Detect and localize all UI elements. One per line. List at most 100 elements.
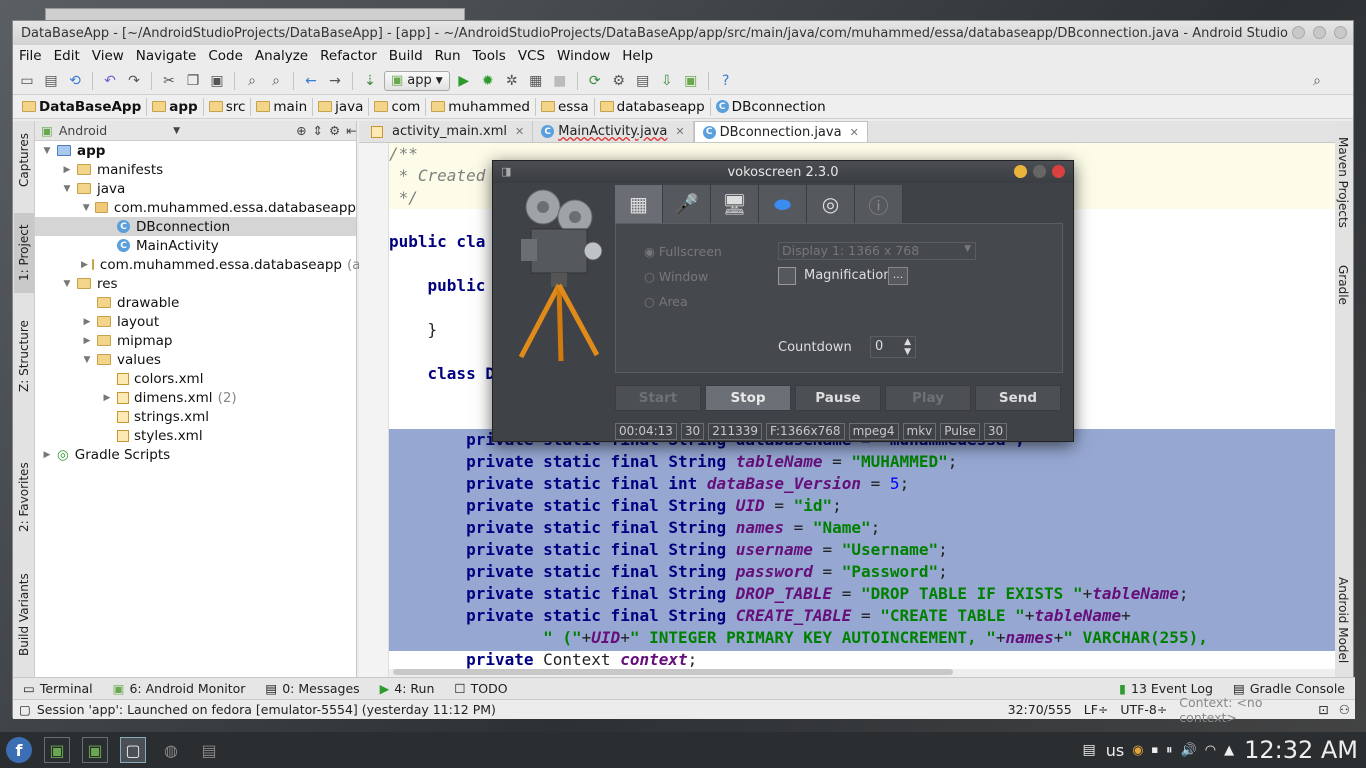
horizontal-scrollbar[interactable] xyxy=(389,669,1335,677)
tree-item[interactable]: styles.xml xyxy=(35,426,356,445)
tab-screen-icon[interactable]: ▦ xyxy=(615,185,663,223)
tree-item[interactable]: ▶ layout xyxy=(35,312,356,331)
scroll-from-source-icon[interactable]: ⊕ xyxy=(296,123,306,138)
window-titlebar[interactable]: DataBaseApp - [~/AndroidStudioProjects/D… xyxy=(13,21,1353,45)
cut-icon[interactable]: ✂ xyxy=(159,71,179,91)
task-files-icon[interactable]: ▤ xyxy=(196,737,222,763)
volume-icon[interactable]: 🔊 xyxy=(1181,743,1197,758)
tree-item[interactable]: ▶ manifests xyxy=(35,160,356,179)
menu-refactor[interactable]: Refactor xyxy=(314,48,383,64)
send-button[interactable]: Send xyxy=(975,385,1061,411)
close-tab-icon[interactable]: ✕ xyxy=(675,125,684,138)
tab-run[interactable]: ▶ 4: Run xyxy=(370,681,445,696)
project-view-select[interactable]: Android xyxy=(59,123,107,138)
toggle-tool-windows-icon[interactable]: ▢ xyxy=(19,702,31,717)
tab-captures[interactable]: Captures xyxy=(14,125,34,195)
redo-icon[interactable]: ↷ xyxy=(124,71,144,91)
task-vokoscreen-icon[interactable]: ▢ xyxy=(120,737,146,763)
radio-window[interactable]: ○ Window xyxy=(644,269,708,284)
replace-icon[interactable]: ⌕ xyxy=(266,71,286,91)
tab-android-monitor[interactable]: ▣ 6: Android Monitor xyxy=(103,681,256,696)
tab-misc-toggle-icon[interactable]: ⬬ xyxy=(759,185,807,223)
debug-icon[interactable]: ✹ xyxy=(478,71,498,91)
tree-item[interactable]: ▼ java xyxy=(35,179,356,198)
close-button[interactable] xyxy=(1052,165,1065,178)
tab-favorites[interactable]: 2: Favorites xyxy=(14,457,34,537)
tree-item[interactable]: ▶ dimens.xml (2) xyxy=(35,388,356,407)
record-stop-icon[interactable]: ⏹ xyxy=(1152,743,1159,758)
menu-tools[interactable]: Tools xyxy=(467,48,512,64)
tree-item[interactable]: ▼ app xyxy=(35,141,356,160)
tree-item[interactable]: C MainActivity xyxy=(35,236,356,255)
expand-arrow-right-icon[interactable]: ▶ xyxy=(81,317,93,327)
expand-arrow-right-icon[interactable]: ▶ xyxy=(61,165,73,175)
tab-gradle[interactable]: Gradle xyxy=(1334,255,1352,315)
close-tab-icon[interactable]: ✕ xyxy=(850,126,859,139)
expand-arrow-right-icon[interactable]: ▶ xyxy=(41,450,53,460)
copy-icon[interactable]: ❐ xyxy=(183,71,203,91)
hide-panel-icon[interactable]: ⇤ xyxy=(346,123,356,138)
tree-item[interactable]: colors.xml xyxy=(35,369,356,388)
radio-fullscreen[interactable]: ◉ Fullscreen xyxy=(644,244,722,259)
android-device-monitor-icon[interactable]: ▣ xyxy=(681,71,701,91)
tree-item[interactable]: drawable xyxy=(35,293,356,312)
breadcrumb-item[interactable]: databaseapp xyxy=(595,97,711,116)
menu-window[interactable]: Window xyxy=(551,48,616,64)
keyboard-layout[interactable]: us xyxy=(1106,741,1124,760)
chrome-icon[interactable]: ◉ xyxy=(1132,743,1143,758)
tab-todo[interactable]: ☐ TODO xyxy=(444,681,517,696)
menu-run[interactable]: Run xyxy=(429,48,467,64)
paste-icon[interactable]: ▣ xyxy=(207,71,227,91)
undo-icon[interactable]: ↶ xyxy=(100,71,120,91)
tree-item[interactable]: ▶ com.muhammed.essa.databaseapp (a xyxy=(35,255,361,274)
profile-icon[interactable]: ▦ xyxy=(526,71,546,91)
breadcrumb-item[interactable]: main xyxy=(251,97,314,116)
settings-gear-icon[interactable]: ⚙ xyxy=(329,123,340,138)
expand-arrow-down-icon[interactable]: ▼ xyxy=(41,146,53,156)
run-config-select[interactable]: ▣ app ▼ xyxy=(384,70,450,91)
countdown-spinbox[interactable]: 0 ▲ ▼ xyxy=(870,336,916,358)
breadcrumb-item[interactable]: DataBaseApp xyxy=(17,97,148,116)
tab-maven-projects[interactable]: Maven Projects xyxy=(1334,127,1352,237)
stop-button[interactable]: Stop xyxy=(705,385,791,411)
expand-arrow-down-icon[interactable]: ▼ xyxy=(61,279,73,289)
radio-area[interactable]: ○ Area xyxy=(644,294,688,309)
tab-messages[interactable]: ▤ 0: Messages xyxy=(255,681,369,696)
menu-file[interactable]: File xyxy=(13,48,48,64)
breadcrumb-item[interactable]: C DBconnection xyxy=(711,98,831,116)
menu-navigate[interactable]: Navigate xyxy=(130,48,203,64)
open-folder-icon[interactable]: ▭ xyxy=(17,71,37,91)
save-icon[interactable]: ▤ xyxy=(41,71,61,91)
tab-webcam-icon[interactable]: ◎ xyxy=(807,185,855,223)
tab-audio-microphone-icon[interactable]: 🎤 xyxy=(663,185,711,223)
tab-dbconnection-java[interactable]: C DBconnection.java ✕ xyxy=(693,121,868,142)
forward-icon[interactable]: → xyxy=(325,71,345,91)
fedora-menu-icon[interactable]: f xyxy=(6,737,32,763)
tray-expand-icon[interactable]: ▲ xyxy=(1224,743,1234,758)
avd-manager-icon[interactable]: ▤ xyxy=(633,71,653,91)
task-android-studio-icon[interactable]: ▣ xyxy=(44,737,70,763)
collapse-all-icon[interactable]: ⇕ xyxy=(313,123,323,138)
breadcrumb-item[interactable]: com xyxy=(369,97,427,116)
vokoscreen-titlebar[interactable]: ◨ vokoscreen 2.3.0 xyxy=(493,161,1073,183)
expand-arrow-right-icon[interactable]: ▶ xyxy=(101,393,113,403)
tree-item[interactable]: ▶ mipmap xyxy=(35,331,356,350)
tree-item[interactable]: ▼ values xyxy=(35,350,356,369)
tree-item[interactable]: strings.xml xyxy=(35,407,356,426)
maximize-button[interactable] xyxy=(1313,26,1326,39)
task-firefox-icon[interactable]: ◍ xyxy=(158,737,184,763)
menu-code[interactable]: Code xyxy=(202,48,249,64)
gradle-sync-icon[interactable]: ⟳ xyxy=(585,71,605,91)
inspector-icon[interactable]: ⚇ xyxy=(1334,702,1355,717)
run-icon[interactable]: ▶ xyxy=(454,71,474,91)
tab-build-variants[interactable]: Build Variants xyxy=(14,565,34,665)
tree-item[interactable]: ▶ ◎ Gradle Scripts xyxy=(35,445,356,464)
menu-edit[interactable]: Edit xyxy=(48,48,86,64)
menu-build[interactable]: Build xyxy=(383,48,429,64)
breadcrumb-item[interactable]: src xyxy=(204,97,252,116)
expand-arrow-down-icon[interactable]: ▼ xyxy=(61,184,73,194)
search-everywhere-icon[interactable]: ⌕ xyxy=(1307,71,1327,91)
find-icon[interactable]: ⌕ xyxy=(242,71,262,91)
close-tab-icon[interactable]: ✕ xyxy=(515,125,524,138)
breadcrumb-item[interactable]: java xyxy=(313,97,370,116)
